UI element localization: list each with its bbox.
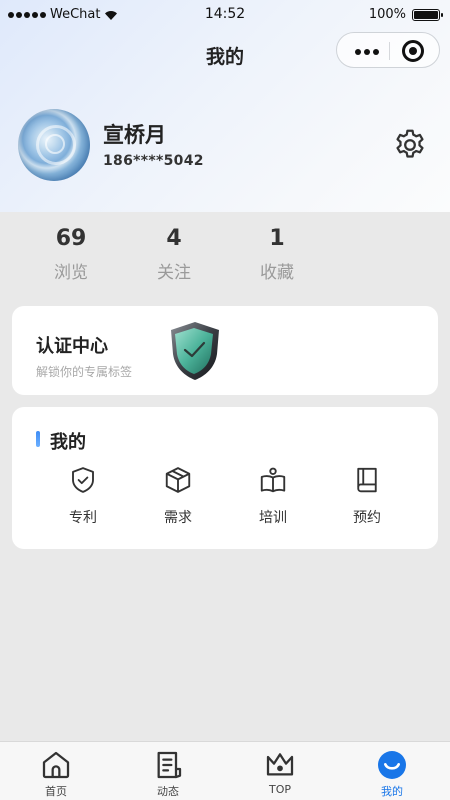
battery-percent: 100% xyxy=(368,7,406,22)
shield-check-icon xyxy=(171,322,219,380)
battery-icon xyxy=(412,8,443,21)
stat-browse[interactable]: 69 浏览 xyxy=(31,226,111,283)
tab-bar: 首页 动态 TOP 我的 xyxy=(0,741,450,800)
book-icon xyxy=(357,467,377,493)
nav-bar: 我的 xyxy=(0,30,450,76)
shield-check-icon xyxy=(72,467,94,493)
gear-icon[interactable] xyxy=(392,127,428,163)
stat-value: 4 xyxy=(166,226,182,251)
stat-label: 关注 xyxy=(157,263,191,283)
certification-title: 认证中心 xyxy=(36,336,108,357)
stat-label: 浏览 xyxy=(54,263,88,283)
mine-item-label: 预约 xyxy=(353,510,381,526)
target-close-icon[interactable] xyxy=(402,40,424,62)
tab-label: 动态 xyxy=(157,785,179,798)
avatar[interactable] xyxy=(18,109,90,181)
stat-label: 收藏 xyxy=(260,263,294,283)
mine-item-label: 专利 xyxy=(69,510,97,526)
status-bar: WeChat 14:52 100% xyxy=(0,0,450,30)
mine-item-booking[interactable]: 预约 xyxy=(332,465,402,527)
mine-section-title: 我的 xyxy=(50,432,86,453)
tab-moments[interactable]: 动态 xyxy=(123,742,213,800)
section-accent-bar xyxy=(36,431,40,447)
mine-item-patent[interactable]: 专利 xyxy=(48,465,118,527)
user-name: 宣桥月 xyxy=(103,123,166,147)
cube-icon xyxy=(165,467,191,493)
tab-mine[interactable]: 我的 xyxy=(347,742,437,800)
user-phone: 186****5042 xyxy=(103,153,204,169)
book-open-icon xyxy=(260,467,286,493)
smile-icon xyxy=(378,751,406,779)
stats-row: 69 浏览 4 关注 1 收藏 xyxy=(0,226,450,284)
mine-item-label: 需求 xyxy=(164,510,192,526)
profile-section: 宣桥月 186****5042 xyxy=(0,105,450,185)
tab-top[interactable]: TOP xyxy=(235,742,325,800)
capsule-divider xyxy=(389,42,390,60)
mine-card: 我的 专利 需求 培训 预约 xyxy=(12,407,438,549)
stat-value: 1 xyxy=(269,226,285,251)
more-dots-icon[interactable] xyxy=(355,49,379,55)
tab-label: 我的 xyxy=(381,785,403,798)
status-right: 100% xyxy=(368,7,443,22)
certification-card[interactable]: 认证中心 解锁你的专属标签 xyxy=(12,306,438,395)
stat-favorite[interactable]: 1 收藏 xyxy=(237,226,317,283)
document-icon xyxy=(157,751,182,779)
mine-item-label: 培训 xyxy=(259,510,287,526)
stat-follow[interactable]: 4 关注 xyxy=(134,226,214,283)
stat-value: 69 xyxy=(55,226,87,251)
certification-subtitle: 解锁你的专属标签 xyxy=(36,365,133,379)
tab-home[interactable]: 首页 xyxy=(11,742,101,800)
tab-label: 首页 xyxy=(45,785,67,798)
crown-icon xyxy=(266,753,294,776)
home-icon xyxy=(42,751,70,779)
miniprogram-capsule xyxy=(336,32,440,68)
mine-item-demand[interactable]: 需求 xyxy=(143,465,213,527)
mine-item-training[interactable]: 培训 xyxy=(238,465,308,527)
phone-screen: WeChat 14:52 100% 我的 宣桥月 186****5042 69 … xyxy=(0,0,450,800)
tab-label: TOP xyxy=(268,783,291,796)
